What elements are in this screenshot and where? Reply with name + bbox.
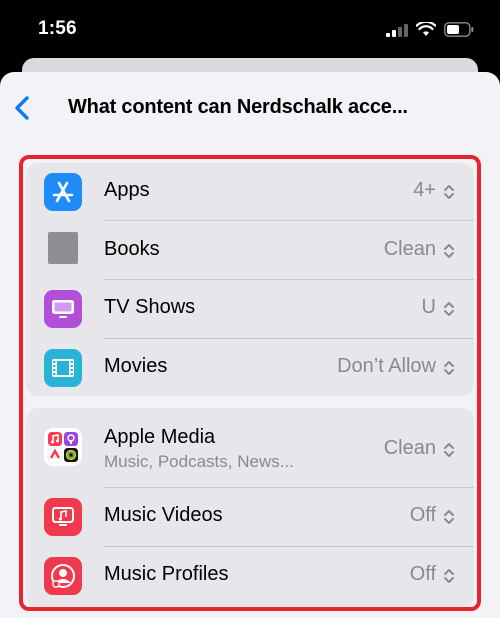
row-value: Off (409, 504, 436, 526)
music-profile-icon (44, 557, 82, 595)
app-store-icon (44, 173, 82, 211)
row-label: Books (104, 238, 160, 260)
row-value: Clean (383, 437, 436, 459)
up-down-chevron-icon (444, 185, 454, 199)
up-down-chevron-icon (444, 361, 454, 375)
up-down-chevron-icon (444, 302, 454, 316)
music-video-icon (44, 498, 82, 536)
content-group-apple-media: Apple Media Music, Podcasts, News... Cle… (26, 408, 474, 608)
up-down-chevron-icon (444, 569, 454, 583)
row-value: 4+ (413, 179, 436, 201)
row-tv-shows[interactable]: TV Shows U (26, 280, 474, 339)
up-down-chevron-icon (444, 443, 454, 457)
row-value: U (421, 296, 436, 318)
up-down-chevron-icon (444, 244, 454, 258)
tv-icon (44, 290, 82, 328)
navigation-bar: What content can Nerdschalk acce... (0, 72, 500, 148)
row-apple-media[interactable]: Apple Media Music, Podcasts, News... Cle… (26, 408, 474, 488)
wifi-icon (416, 22, 436, 36)
film-icon (44, 349, 82, 387)
row-label: TV Shows (104, 296, 196, 318)
row-books[interactable]: Books Clean (26, 221, 474, 280)
page-title: What content can Nerdschalk acce... (68, 96, 408, 118)
row-value: Don’t Allow (337, 355, 436, 377)
apple-media-apps-icon (44, 428, 82, 466)
row-value: Clean (383, 238, 436, 260)
row-value: Off (409, 563, 436, 585)
status-bar: 1:56 (0, 0, 500, 60)
row-music-videos[interactable]: Music Videos Off (26, 488, 474, 547)
row-label: Apps (104, 179, 150, 201)
row-label: Apple Media (104, 426, 216, 448)
row-label: Music Videos (104, 504, 223, 526)
books-icon (48, 232, 78, 264)
cellular-signal-icon (386, 23, 408, 37)
row-label: Music Profiles (104, 563, 229, 585)
up-down-chevron-icon (444, 510, 454, 524)
row-sublabel: Music, Podcasts, News... (104, 452, 294, 471)
content-group-media: Apps 4+ Books Clean TV Shows U Movies Do… (26, 163, 474, 396)
row-movies[interactable]: Movies Don’t Allow (26, 339, 474, 397)
status-time: 1:56 (38, 18, 77, 39)
content-restrictions-sheet: What content can Nerdschalk acce... Apps… (0, 72, 500, 618)
back-chevron-icon[interactable] (10, 94, 38, 122)
row-music-profiles[interactable]: Music Profiles Off (26, 547, 474, 605)
row-label: Movies (104, 355, 168, 377)
row-apps[interactable]: Apps 4+ (26, 163, 474, 221)
status-icons (386, 22, 474, 37)
battery-icon (444, 22, 474, 37)
